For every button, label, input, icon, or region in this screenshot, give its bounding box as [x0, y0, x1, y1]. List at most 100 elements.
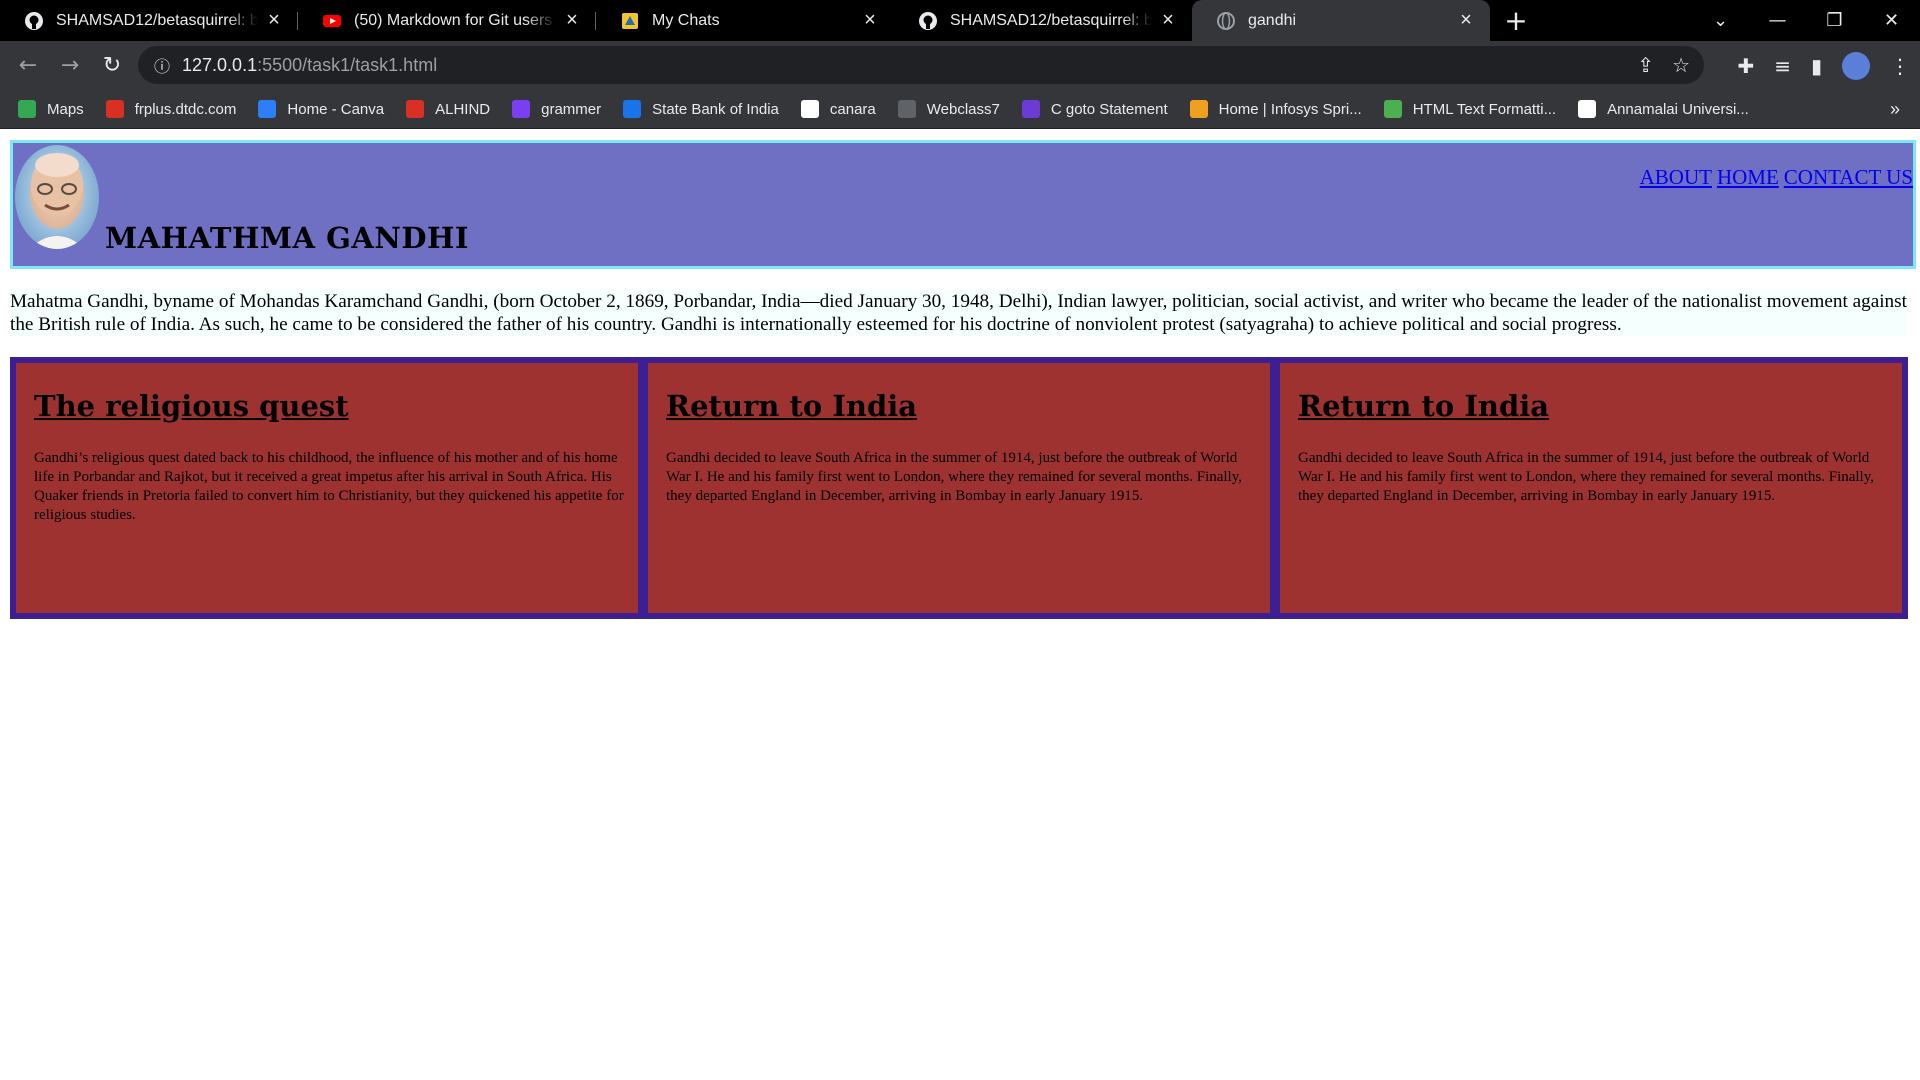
address-bar[interactable]: ⓘ 127.0.0.1:5500/task1/task1.html ⇪ ☆	[138, 46, 1704, 84]
card-heading: The religious quest	[34, 389, 349, 423]
tab-title: (50) Markdown for Git users - Markdown	[354, 11, 556, 29]
bookmark-item[interactable]: Maps	[0, 90, 96, 129]
bookmark-item[interactable]: Home - Canva	[248, 90, 396, 129]
close-window-icon[interactable]: ✕	[1863, 10, 1920, 31]
bookmark-label: Webclass7	[926, 100, 1000, 118]
chat-icon	[620, 11, 640, 31]
bookmark-star-icon[interactable]: ☆	[1672, 53, 1690, 78]
bookmark-favicon-icon	[105, 100, 124, 118]
globe-icon	[1216, 11, 1236, 31]
nav-link-about[interactable]: ABOUT	[1640, 165, 1712, 189]
bookmark-item[interactable]: State Bank of India	[613, 90, 791, 129]
card: Return to India Gandhi decided to leave …	[648, 363, 1270, 613]
bookmark-item[interactable]: grammer	[502, 90, 613, 129]
page-viewport: MAHATHMA GANDHI ABOUT HOME CONTACT US Maha…	[0, 129, 1920, 1080]
share-icon[interactable]: ⇪	[1637, 53, 1654, 78]
back-icon[interactable]: ←	[8, 46, 48, 86]
site-info-icon[interactable]: ⓘ	[154, 53, 170, 77]
close-icon[interactable]: ×	[264, 9, 284, 32]
bookmark-label: grammer	[541, 100, 602, 118]
bookmarks-bar: Maps frplus.dtdc.com Home - Canva ALHIND gra…	[0, 90, 1920, 129]
top-nav: ABOUT HOME CONTACT US	[1635, 165, 1913, 190]
close-icon[interactable]: ×	[860, 9, 880, 32]
card: Return to India Gandhi decided to leave …	[1280, 363, 1902, 613]
menu-icon[interactable]: ⋮	[1890, 54, 1910, 78]
bookmark-label: HTML Text Formatti...	[1412, 100, 1557, 118]
browser-tab-active[interactable]: gandhi ×	[1192, 0, 1490, 41]
bookmark-favicon-icon	[897, 100, 916, 118]
card-heading: Return to India	[666, 389, 918, 423]
bookmark-label: frplus.dtdc.com	[134, 100, 237, 118]
more-bookmarks-button[interactable]: »	[1890, 90, 1900, 129]
reload-icon[interactable]: ↻	[92, 46, 132, 86]
toolbar-actions: ✚ ≡ ▮ ⋮	[1737, 41, 1910, 90]
tab-search-icon[interactable]: ⌄	[1692, 10, 1749, 31]
bookmark-label: Home - Canva	[287, 100, 385, 118]
cards-row: The religious quest Gandhi’s religious q…	[10, 357, 1908, 619]
nav-link-home[interactable]: HOME	[1717, 165, 1779, 189]
bookmark-item[interactable]: Home | Infosys Spri...	[1180, 90, 1374, 129]
intro-paragraph: Mahatma Gandhi, byname of Mohandas Karam…	[10, 290, 1908, 336]
bookmark-favicon-icon	[258, 100, 277, 118]
bookmark-item[interactable]: HTML Text Formatti...	[1374, 90, 1568, 129]
github-icon	[24, 11, 44, 31]
close-icon[interactable]: ×	[562, 9, 582, 32]
bookmark-item[interactable]: Webclass7	[888, 90, 1012, 129]
bookmark-item[interactable]: ALHIND	[396, 90, 502, 129]
browser-tab[interactable]: SHAMSAD12/betasquirrel: betadrop ×	[0, 0, 298, 41]
bookmark-item[interactable]: Annamalai Universi...	[1568, 90, 1761, 129]
bookmark-favicon-icon	[1383, 100, 1402, 118]
tab-title: gandhi	[1248, 11, 1297, 29]
gandhi-portrait	[15, 145, 99, 249]
close-icon[interactable]: ×	[1456, 9, 1476, 32]
bookmark-label: C goto Statement	[1050, 100, 1168, 118]
bookmark-favicon-icon	[800, 100, 819, 118]
side-panel-icon[interactable]: ▮	[1811, 54, 1822, 78]
forward-icon[interactable]: →	[50, 46, 90, 86]
bookmark-item[interactable]: frplus.dtdc.com	[96, 90, 249, 129]
bookmark-favicon-icon	[1189, 100, 1208, 118]
url-path: :5500/task1/task1.html	[257, 54, 438, 75]
profile-avatar[interactable]	[1842, 51, 1870, 80]
page-header: MAHATHMA GANDHI ABOUT HOME CONTACT US	[10, 140, 1916, 269]
bookmark-label: Annamalai Universi...	[1607, 100, 1749, 118]
nav-link-contact[interactable]: CONTACT US	[1784, 165, 1913, 189]
tab-title: SHAMSAD12/betasquirrel: betadrop	[950, 11, 1152, 29]
new-tab-button[interactable]: +	[1490, 0, 1542, 41]
browser-tab[interactable]: My Chats ×	[596, 0, 894, 41]
bookmark-favicon-icon	[406, 100, 425, 118]
omnibox-actions: ⇪ ☆	[1637, 46, 1690, 84]
tab-strip: SHAMSAD12/betasquirrel: betadrop × (50) …	[0, 0, 1920, 41]
extensions-icon[interactable]: ✚	[1737, 54, 1754, 78]
card-body: Gandhi decided to leave South Africa in …	[1298, 450, 1874, 504]
bookmark-favicon-icon	[623, 100, 642, 118]
media-icon[interactable]: ≡	[1774, 54, 1791, 78]
github-icon	[918, 11, 938, 31]
bookmark-favicon-icon	[18, 100, 36, 118]
bookmark-label: canara	[829, 100, 876, 118]
card: The religious quest Gandhi’s religious q…	[16, 363, 638, 613]
tab-title: My Chats	[652, 11, 720, 29]
page-title: MAHATHMA GANDHI	[105, 221, 469, 255]
bookmark-favicon-icon	[512, 100, 531, 118]
card-body: Gandhi decided to leave South Africa in …	[666, 450, 1242, 504]
restore-icon[interactable]: ❐	[1806, 10, 1863, 31]
bookmark-label: Home | Infosys Spri...	[1218, 100, 1362, 118]
bookmark-favicon-icon	[1021, 100, 1040, 118]
bookmark-label: ALHIND	[435, 100, 491, 118]
url-host: 127.0.0.1	[182, 54, 258, 75]
youtube-icon	[322, 11, 342, 31]
bookmark-item[interactable]: canara	[791, 90, 888, 129]
browser-toolbar: ← → ↻ ⓘ 127.0.0.1:5500/task1/task1.html …	[0, 41, 1920, 90]
tab-title: SHAMSAD12/betasquirrel: betadrop	[56, 11, 258, 29]
browser-tab[interactable]: SHAMSAD12/betasquirrel: betadrop ×	[894, 0, 1192, 41]
bookmark-label: State Bank of India	[652, 100, 779, 118]
close-icon[interactable]: ×	[1158, 9, 1178, 32]
bookmark-label: Maps	[47, 100, 84, 118]
minimize-icon[interactable]: —	[1749, 10, 1806, 31]
bookmark-item[interactable]: C goto Statement	[1012, 90, 1180, 129]
card-heading: Return to India	[1298, 389, 1550, 423]
bookmark-favicon-icon	[1578, 100, 1597, 118]
browser-tab[interactable]: (50) Markdown for Git users - Markdown ×	[298, 0, 596, 41]
card-body: Gandhi’s religious quest dated back to h…	[34, 450, 624, 523]
